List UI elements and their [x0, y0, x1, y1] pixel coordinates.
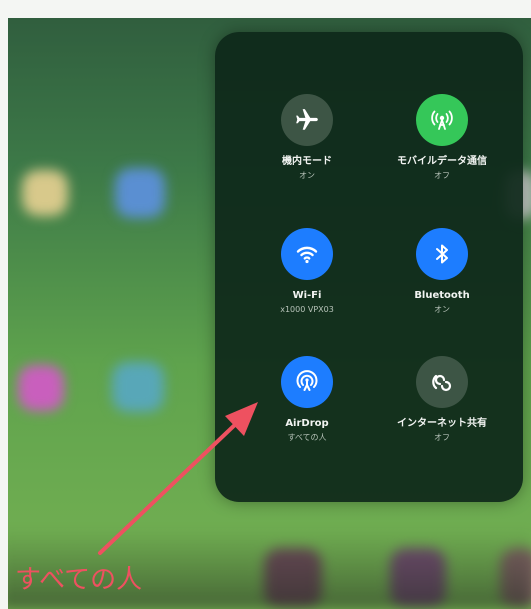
annotation-label: すべての人: [15, 565, 143, 595]
annotation-arrow: [98, 402, 258, 555]
